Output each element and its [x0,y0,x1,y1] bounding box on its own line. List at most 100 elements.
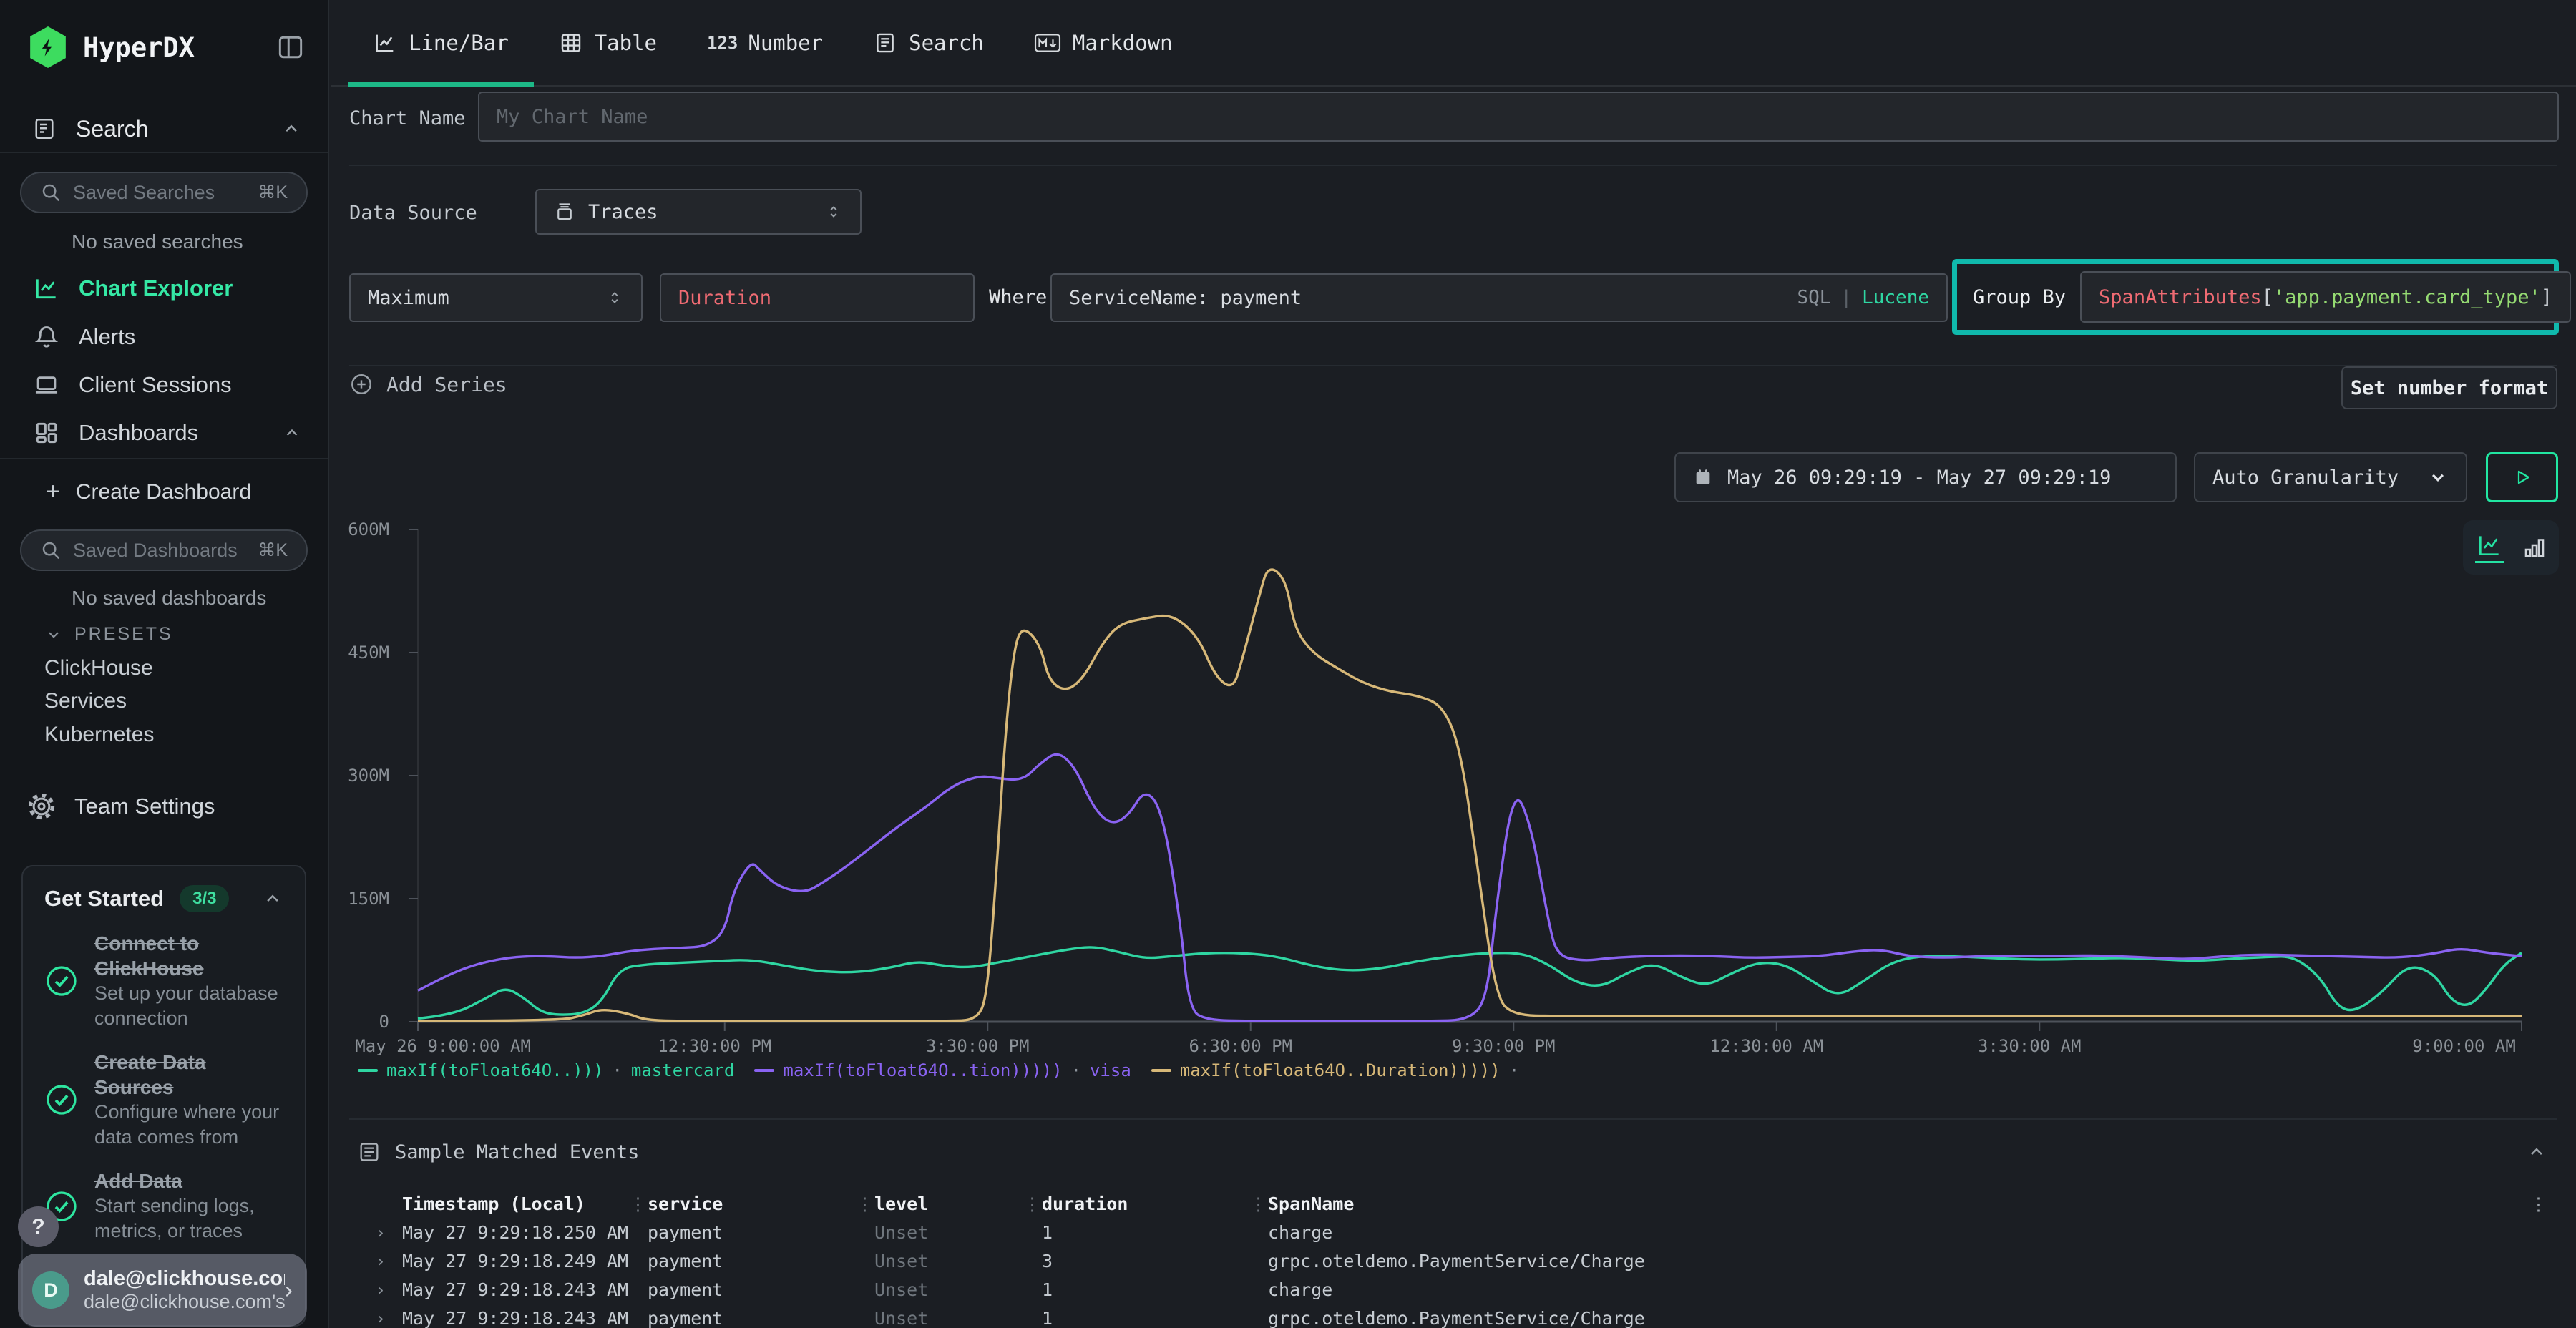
tab-search[interactable]: Search [848,0,1009,86]
group-by-input[interactable]: SpanAttributes['app.payment.card_type'] [2080,271,2571,323]
chevron-down-icon [2427,467,2449,488]
event-cell-level: Unset [874,1279,1042,1300]
add-series-button[interactable]: Add Series [349,372,507,396]
chevron-up-icon[interactable] [280,118,302,140]
checklist-title: Create Data Sources [94,1050,283,1100]
tab-markdown[interactable]: Markdown [1009,0,1198,86]
sample-events-header: Sample Matched Events [358,1132,2547,1172]
event-cell-duration: 3 [1042,1251,1268,1271]
expand-row-icon[interactable]: › [358,1222,402,1243]
set-number-format-button[interactable]: Set number format [2341,366,2557,409]
chevron-down-icon [44,625,63,644]
select-chevrons-icon [605,288,624,307]
checklist-desc: Start sending logs, metrics, or traces [94,1193,283,1244]
column-header-service[interactable]: ⋮service [648,1193,874,1214]
chevron-up-icon[interactable] [2526,1141,2547,1163]
column-menu-icon[interactable]: ⋮ [2529,1193,2547,1214]
no-saved-dashboards-text: No saved dashboards [72,587,266,610]
event-cell-service: payment [648,1222,874,1243]
create-dashboard-button[interactable]: + Create Dashboard [46,478,251,506]
chevron-right-icon: › [285,1276,293,1304]
sidebar: HyperDX Search Saved Searches ⌘K No save… [0,0,329,1328]
user-subtext: dale@clickhouse.com's [84,1291,285,1313]
aggregation-value: Maximum [368,287,449,309]
data-source-select[interactable]: Traces [535,189,862,235]
help-button[interactable]: ? [18,1206,59,1247]
expand-row-icon[interactable]: › [358,1251,402,1271]
sidebar-section-search[interactable]: Search [0,107,328,150]
preset-services[interactable]: Services [44,689,127,713]
column-header-duration[interactable]: ⋮duration [1042,1193,1268,1214]
event-row[interactable]: ›May 27 9:29:18.249 AMpaymentUnset3grpc.… [358,1246,2547,1275]
chevron-up-icon[interactable] [262,888,283,909]
group-by-fn: SpanAttributes [2099,286,2262,308]
tab-table[interactable]: Table [534,0,682,86]
calendar-icon [1693,467,1713,487]
column-header-spanname[interactable]: ⋮ SpanName [1268,1193,2547,1214]
checklist-desc: Set up your database connection [94,981,283,1031]
chart-name-input[interactable] [478,92,2559,142]
chart-name-label: Chart Name [349,107,466,130]
expand-row-icon[interactable]: › [358,1308,402,1328]
legend-item-mastercard[interactable]: maxIf(toFloat64O..)))·mastercard [358,1060,734,1080]
sidebar-item-dashboards[interactable]: Dashboards [0,411,328,455]
column-header-label: service [648,1193,723,1214]
y-axis-label: 450M [348,643,389,663]
column-header-label: SpanName [1268,1193,1354,1214]
where-label: Where [989,286,1047,308]
event-row[interactable]: ›May 27 9:29:18.243 AMpaymentUnset1charg… [358,1275,2547,1304]
saved-dashboards-input[interactable]: Saved Dashboards ⌘K [20,529,308,571]
checklist-item-sources[interactable]: Create Data Sources Configure where your… [44,1050,283,1150]
legend-item-unnamed[interactable]: maxIf(toFloat64O..Duration)))))· [1151,1060,1528,1080]
presets-label: PRESETS [74,624,173,645]
legend-item-visa[interactable]: maxIf(toFloat64O..tion)))))·visa [754,1060,1131,1080]
team-settings-label: Team Settings [74,794,215,819]
date-range-picker[interactable]: May 26 09:29:19 - May 27 09:29:19 [1674,452,2177,502]
preset-clickhouse[interactable]: ClickHouse [44,656,153,680]
bar-view-toggle[interactable] [2522,534,2547,561]
group-by-label: Group By [1973,286,2066,308]
event-cell-spanname: grpc.oteldemo.PaymentService/Charge [1268,1251,2547,1271]
sidebar-item-chart-explorer[interactable]: Chart Explorer [0,266,328,311]
preset-kubernetes[interactable]: Kubernetes [44,723,154,747]
x-axis-label: 3:30:00 AM [1978,1036,2082,1056]
event-cell-spanname: charge [1268,1222,2547,1243]
presets-toggle[interactable]: PRESETS [44,624,173,645]
where-input[interactable]: ServiceName: payment SQL|Lucene [1050,273,1948,322]
timeseries-chart[interactable] [408,529,2522,1032]
sidebar-item-team-settings[interactable]: Team Settings [0,785,328,828]
user-menu[interactable]: D dale@clickhouse.com dale@clickhouse.co… [18,1254,307,1327]
event-row[interactable]: ›May 27 9:29:18.243 AMpaymentUnset1grpc.… [358,1304,2547,1328]
query-language-toggle[interactable]: SQL|Lucene [1797,287,1929,308]
sidebar-item-alerts[interactable]: Alerts [0,315,328,359]
run-query-button[interactable] [2486,452,2558,502]
sidebar-item-client-sessions[interactable]: Client Sessions [0,363,328,407]
field-input[interactable]: Duration [660,273,975,322]
tab-line-bar[interactable]: Line/Bar [348,0,534,86]
saved-searches-input[interactable]: Saved Searches ⌘K [20,172,308,213]
saved-dashboards-placeholder: Saved Dashboards [73,540,238,562]
checklist-item-add-data[interactable]: Add Data Start sending logs, metrics, or… [44,1168,283,1244]
chart-type-tabbar: Line/Bar Table 123 Number Search [331,0,2576,87]
checklist-title: Connect to ClickHouse [94,931,283,981]
tab-label: Search [909,31,984,55]
legend-series-name: maxIf(toFloat64O..Duration))))) [1180,1060,1501,1080]
search-icon [40,540,62,561]
date-range-value: May 26 09:29:19 - May 27 09:29:19 [1727,467,2111,489]
checklist-desc: Configure where your data comes from [94,1100,283,1150]
y-axis-label: 150M [348,889,389,909]
chevron-up-icon[interactable] [282,423,302,443]
column-header-timestamp-local-[interactable]: Timestamp (Local) [402,1193,648,1214]
column-header-level[interactable]: ⋮level [874,1193,1042,1214]
granularity-select[interactable]: Auto Granularity [2194,452,2467,502]
lucene-option: Lucene [1862,287,1929,308]
collapse-sidebar-icon[interactable] [275,31,306,63]
hyperdx-app: HyperDX Search Saved Searches ⌘K No save… [0,0,2576,1328]
checklist-item-connect[interactable]: Connect to ClickHouse Set up your databa… [44,931,283,1031]
tab-number[interactable]: 123 Number [682,0,848,86]
event-row[interactable]: ›May 27 9:29:18.250 AMpaymentUnset1charg… [358,1218,2547,1246]
logo-row: HyperDX [0,25,328,69]
aggregation-select[interactable]: Maximum [349,273,643,322]
group-by-highlight: Group By SpanAttributes['app.payment.car… [1952,259,2559,335]
expand-row-icon[interactable]: › [358,1279,402,1300]
